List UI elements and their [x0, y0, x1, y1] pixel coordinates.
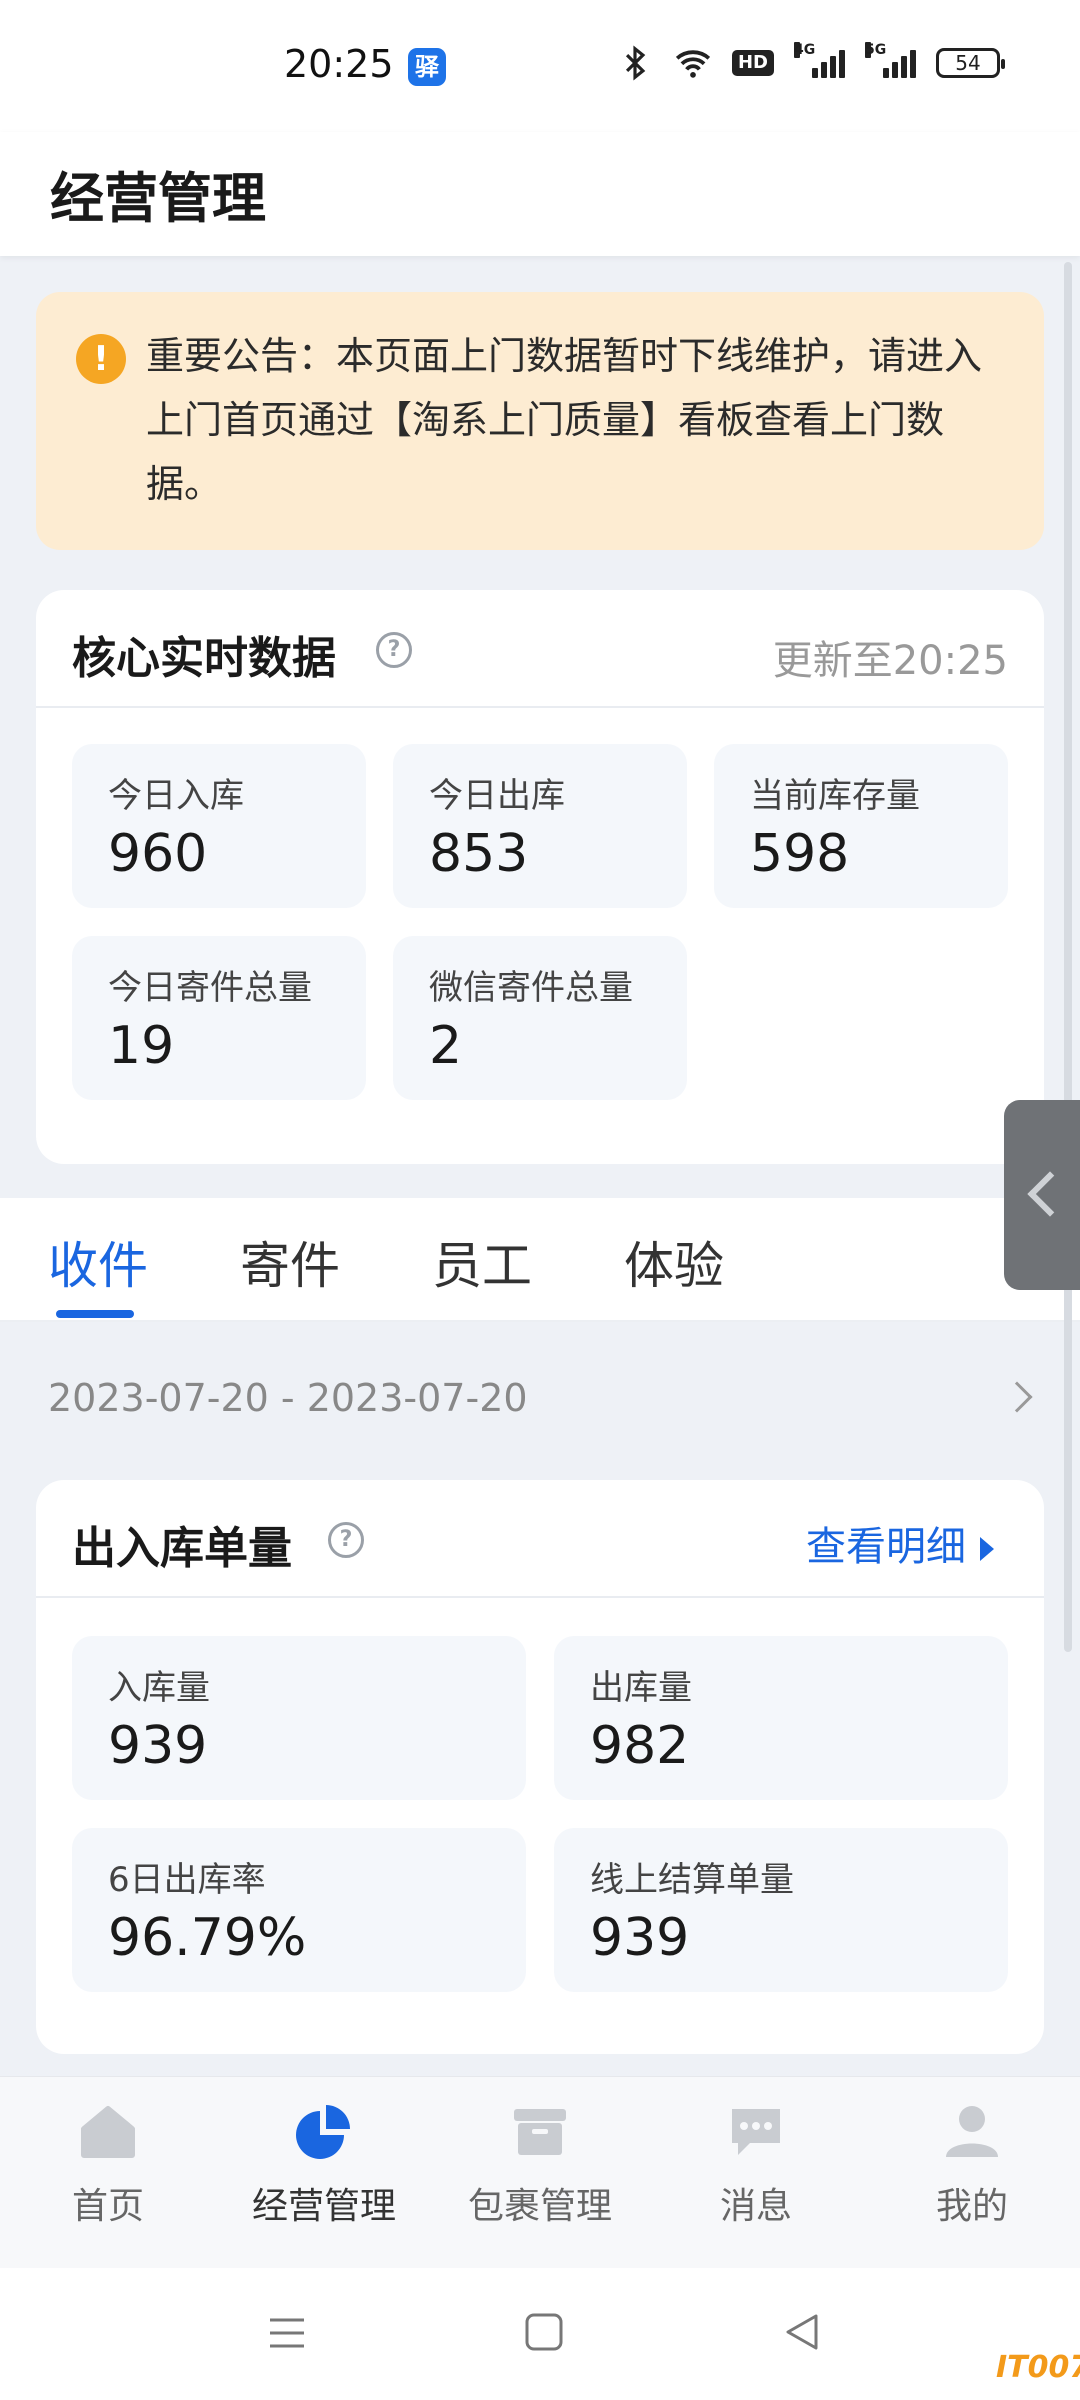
tab-staff[interactable]: 员工 [432, 1226, 532, 1298]
stat-value: 19 [108, 1016, 175, 1076]
stat-tile[interactable]: 出库量 982 [554, 1636, 1008, 1800]
signal-4g-label: 4G [794, 42, 816, 58]
stat-value: 982 [590, 1716, 690, 1776]
battery-icon: 54 [936, 48, 1005, 78]
stat-label: 当前库存量 [750, 776, 920, 816]
nav-item-messages[interactable]: 消息 [648, 2099, 864, 2229]
help-icon[interactable]: ? [376, 632, 412, 668]
update-time: 更新至20:25 [772, 638, 1008, 684]
view-details-label: 查看明细 [806, 1524, 966, 1570]
page-title: 经营管理 [50, 167, 266, 230]
nav-label: 我的 [935, 2186, 1008, 2227]
back-icon[interactable] [782, 2312, 822, 2352]
signal-4g-icon: 4G [794, 42, 845, 78]
volume-card-title: 出入库单量 [72, 1523, 292, 1574]
date-range-picker[interactable]: 2023-07-20 - 2023-07-20 [48, 1376, 528, 1420]
stat-tile[interactable]: 今日寄件总量 19 [72, 936, 366, 1100]
stat-label: 出库量 [590, 1668, 692, 1708]
nav-item-packages[interactable]: 包裹管理 [432, 2099, 648, 2229]
stat-label: 6日出库率 [108, 1860, 266, 1900]
nav-item-home[interactable]: 首页 [0, 2099, 216, 2229]
stat-tile[interactable]: 微信寄件总量 2 [393, 936, 687, 1100]
side-drawer-handle[interactable] [1004, 1100, 1080, 1290]
help-icon[interactable]: ? [328, 1522, 364, 1558]
nav-label: 包裹管理 [467, 2186, 612, 2227]
app-notification-icon: 驿 [408, 48, 446, 86]
nav-item-business[interactable]: 经营管理 [216, 2099, 432, 2229]
view-details-link[interactable]: 查看明细 [806, 1514, 994, 1572]
stat-tile[interactable]: 当前库存量 598 [714, 744, 1008, 908]
stat-value: 2 [429, 1016, 463, 1076]
home-icon [81, 2106, 135, 2158]
nav-label: 经营管理 [251, 2186, 396, 2227]
status-bar: 20:25 驿 HD 4G 5G 54 [0, 0, 1080, 132]
stat-tile[interactable]: 6日出库率 96.79% [72, 1828, 526, 1992]
core-card-title: 核心实时数据 [72, 633, 336, 684]
app-header: 经营管理 [0, 132, 1080, 256]
nav-label: 消息 [719, 2186, 792, 2227]
home-button-icon[interactable] [524, 2312, 564, 2352]
bluetooth-icon [625, 45, 646, 81]
inout-volume-card: 出入库单量 ? 查看明细 入库量 939 出库量 982 6日出库率 96.79… [36, 1480, 1044, 2054]
chevron-right-icon[interactable] [1001, 1381, 1033, 1413]
bottom-nav: 首页 经营管理 包裹管理 消息 我的 [0, 2076, 1080, 2268]
tab-send[interactable]: 寄件 [240, 1226, 340, 1298]
announcement-banner: ! 重要公告：本页面上门数据暂时下线维护，请进入上门首页通过【淘系上门质量】看板… [36, 292, 1044, 550]
stat-label: 微信寄件总量 [429, 968, 633, 1008]
triangle-right-icon [980, 1537, 994, 1561]
hd-voice-icon: HD [731, 50, 774, 76]
stat-label: 今日寄件总量 [108, 968, 312, 1008]
nav-label: 首页 [71, 2186, 144, 2227]
stat-label: 线上结算单量 [590, 1860, 794, 1900]
stat-label: 入库量 [108, 1668, 210, 1708]
wifi-icon [675, 50, 711, 78]
warning-icon: ! [76, 334, 126, 384]
tab-bar: 收件 寄件 员工 体验 [0, 1198, 1080, 1322]
card-header: 核心实时数据 ? 更新至20:25 [36, 590, 1044, 708]
announcement-text: 重要公告：本页面上门数据暂时下线维护，请进入上门首页通过【淘系上门质量】看板查看… [146, 334, 983, 506]
stat-value: 939 [590, 1908, 690, 1968]
stat-value: 96.79% [108, 1908, 307, 1968]
stat-value: 960 [108, 824, 208, 884]
stat-value: 939 [108, 1716, 208, 1776]
tab-experience[interactable]: 体验 [624, 1226, 724, 1298]
stat-tile[interactable]: 今日出库 853 [393, 744, 687, 908]
core-realtime-card: 核心实时数据 ? 更新至20:25 今日入库 960 今日出库 853 当前库存… [36, 590, 1044, 1164]
stat-value: 853 [429, 824, 529, 884]
stat-label: 今日入库 [108, 776, 244, 816]
package-icon [514, 2109, 566, 2155]
status-time: 20:25 [284, 42, 394, 86]
pie-chart-icon [296, 2105, 350, 2159]
active-tab-indicator [56, 1310, 134, 1318]
user-icon [946, 2106, 998, 2157]
stat-tile[interactable]: 入库量 939 [72, 1636, 526, 1800]
message-icon [732, 2109, 780, 2155]
scrollbar[interactable] [1064, 262, 1072, 1652]
stat-value: 598 [750, 824, 850, 884]
tab-receive[interactable]: 收件 [48, 1226, 148, 1298]
stat-tile[interactable]: 线上结算单量 939 [554, 1828, 1008, 1992]
stat-label: 今日出库 [429, 776, 565, 816]
stat-tile[interactable]: 今日入库 960 [72, 744, 366, 908]
watermark-logo: IT007 [996, 2350, 1080, 2385]
card-header: 出入库单量 ? 查看明细 [36, 1480, 1044, 1598]
status-icons: HD 4G 5G 54 [616, 42, 1005, 82]
system-nav-bar: IT007 [0, 2268, 1080, 2400]
nav-item-me[interactable]: 我的 [864, 2099, 1080, 2229]
signal-5g-icon: 5G [865, 42, 916, 78]
menu-icon[interactable] [266, 2312, 308, 2354]
signal-5g-label: 5G [865, 42, 887, 58]
